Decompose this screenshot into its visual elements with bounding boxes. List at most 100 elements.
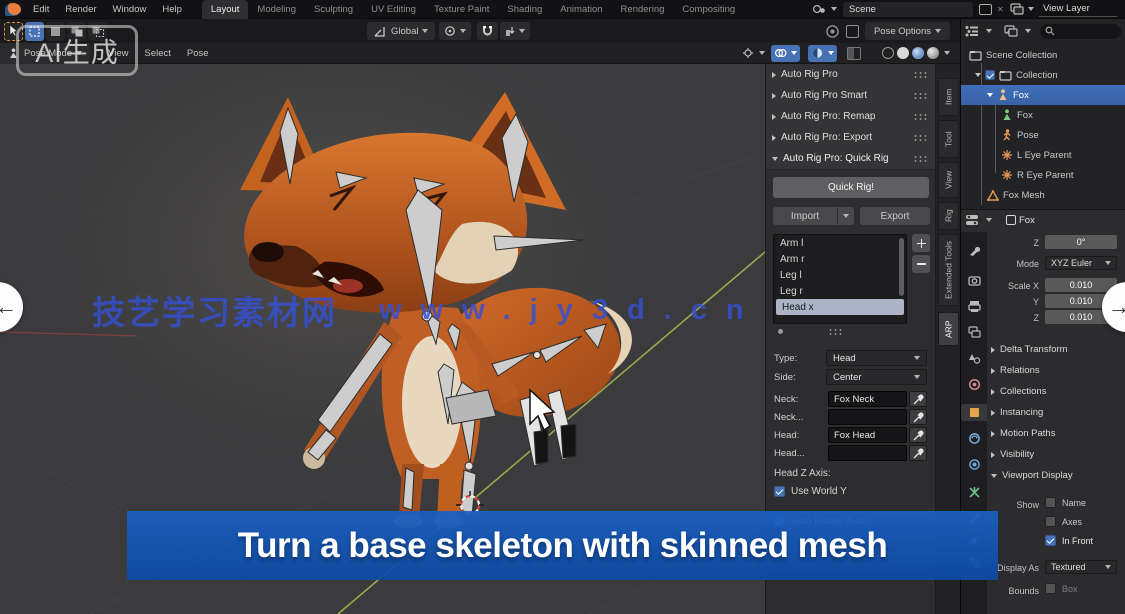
show-name-checkbox[interactable] xyxy=(1045,497,1056,508)
menu-pose[interactable]: Pose xyxy=(179,44,217,63)
panel-header-arp-smart[interactable]: Auto Rig Pro Smart xyxy=(766,85,935,107)
tab-object-icon[interactable] xyxy=(961,404,987,421)
pivot-point-dropdown[interactable] xyxy=(439,22,471,40)
outliner-row-fox-armature[interactable]: Fox xyxy=(961,85,1125,105)
outliner-row-fox-data[interactable]: Fox xyxy=(961,105,1125,125)
outliner-row-r-eye-parent[interactable]: R Eye Parent xyxy=(961,165,1125,185)
tab-armature-data-icon[interactable] xyxy=(966,484,983,501)
snap-settings-dropdown[interactable] xyxy=(500,22,530,40)
list-add-button[interactable] xyxy=(912,234,930,252)
options-box-icon[interactable] xyxy=(846,25,859,38)
scale-x-field[interactable]: 0.010 xyxy=(1045,278,1117,292)
workspace-tab-animation[interactable]: Animation xyxy=(551,0,611,19)
export-button[interactable]: Export xyxy=(860,207,930,225)
outliner-row-collection[interactable]: Collection xyxy=(961,65,1125,85)
new-scene-icon[interactable] xyxy=(979,4,992,15)
quick-rig-button[interactable]: Quick Rig! xyxy=(773,177,929,198)
pose-options-dropdown[interactable]: Pose Options xyxy=(865,22,950,40)
transform-orientation-dropdown[interactable]: Global xyxy=(367,22,435,40)
workspace-tab-shading[interactable]: Shading xyxy=(498,0,551,19)
menu-help[interactable]: Help xyxy=(154,0,190,19)
panel-grip-icon[interactable] xyxy=(913,92,929,99)
neck-eyedropper-button[interactable] xyxy=(909,391,927,407)
tab-arp[interactable]: ARP xyxy=(938,312,959,346)
chevron-down-icon[interactable] xyxy=(986,29,992,33)
collection-checkbox[interactable] xyxy=(985,70,995,80)
workspace-tab-compositing[interactable]: Compositing xyxy=(673,0,744,19)
menu-render[interactable]: Render xyxy=(57,0,104,19)
menu-edit[interactable]: Edit xyxy=(25,0,57,19)
view-layer-field[interactable]: View Layer xyxy=(1039,1,1117,17)
show-overlays-toggle[interactable] xyxy=(771,45,800,62)
tab-scene-icon[interactable] xyxy=(966,350,983,367)
neck-last-field[interactable] xyxy=(828,409,907,425)
import-dropdown-button[interactable] xyxy=(838,207,854,225)
tab-render-icon[interactable] xyxy=(966,272,983,289)
workspace-tab-sculpting[interactable]: Sculpting xyxy=(305,0,362,19)
bounds-row[interactable]: Box xyxy=(1045,583,1078,594)
import-button[interactable]: Import xyxy=(773,207,837,225)
panel-header-arp-quick-rig[interactable]: Auto Rig Pro: Quick Rig xyxy=(766,148,935,170)
in-front-checkbox[interactable] xyxy=(1045,535,1056,546)
list-item[interactable]: Leg l xyxy=(774,267,906,283)
panel-grip-icon[interactable] xyxy=(913,71,929,78)
menu-select[interactable]: Select xyxy=(136,44,178,63)
section-collections[interactable]: Collections xyxy=(991,386,1046,397)
section-visibility[interactable]: Visibility xyxy=(991,449,1034,460)
use-world-y-row[interactable]: Use World Y xyxy=(774,486,847,497)
panel-header-arp-export[interactable]: Auto Rig Pro: Export xyxy=(766,127,935,149)
tab-world-icon[interactable] xyxy=(966,376,983,393)
outliner-editor-icon[interactable] xyxy=(965,25,979,37)
workspace-tab-rendering[interactable]: Rendering xyxy=(612,0,674,19)
list-grip-icon[interactable] xyxy=(828,328,844,335)
workspace-tab-uv-editing[interactable]: UV Editing xyxy=(362,0,425,19)
collapse-arrow-icon[interactable] xyxy=(975,73,981,77)
shading-material-button[interactable] xyxy=(912,47,924,59)
rotation-mode-dropdown[interactable]: XYZ Euler xyxy=(1045,256,1117,270)
collapse-arrow-icon[interactable] xyxy=(987,93,993,97)
tab-view-layer-icon[interactable] xyxy=(966,324,983,341)
list-item-selected[interactable]: Head x xyxy=(776,299,904,315)
shading-options-dropdown[interactable] xyxy=(944,51,950,55)
chevron-down-icon[interactable] xyxy=(1025,29,1031,33)
head-field[interactable]: Fox Head xyxy=(828,427,907,443)
workspace-tab-modeling[interactable]: Modeling xyxy=(248,0,305,19)
show-gizmo-dropdown[interactable] xyxy=(741,47,765,60)
section-motion-paths[interactable]: Motion Paths xyxy=(991,428,1055,439)
panel-grip-icon[interactable] xyxy=(913,155,929,162)
show-in-front-row[interactable]: In Front xyxy=(1045,535,1093,546)
show-name-row[interactable]: Name xyxy=(1045,497,1086,508)
rotation-z-field[interactable]: 0° xyxy=(1045,235,1117,249)
workspace-tab-texture-paint[interactable]: Texture Paint xyxy=(425,0,498,19)
tab-item[interactable]: Item xyxy=(938,78,959,116)
outliner-search-input[interactable] xyxy=(1040,24,1121,39)
unlink-scene-icon[interactable]: ✕ xyxy=(997,5,1005,13)
tab-extended-tools[interactable]: Extended Tools xyxy=(938,234,959,306)
list-remove-button[interactable] xyxy=(912,255,930,273)
show-axes-row[interactable]: Axes xyxy=(1045,516,1082,527)
bounds-checkbox[interactable] xyxy=(1045,583,1056,594)
scene-selector[interactable]: Scene xyxy=(843,2,973,17)
use-world-y-checkbox[interactable] xyxy=(774,486,785,497)
show-axes-checkbox[interactable] xyxy=(1045,516,1056,527)
head-last-field[interactable] xyxy=(828,445,907,461)
side-dropdown[interactable]: Center xyxy=(826,369,927,385)
tab-tool-icon[interactable] xyxy=(966,242,983,259)
list-item[interactable]: Arm l xyxy=(774,235,906,251)
section-delta-transform[interactable]: Delta Transform xyxy=(991,344,1068,355)
proportional-edit-icon[interactable] xyxy=(825,24,840,39)
blender-icon[interactable] xyxy=(5,3,21,16)
display-as-dropdown[interactable]: Textured xyxy=(1045,560,1117,574)
panel-grip-icon[interactable] xyxy=(913,134,929,141)
shading-solid-button[interactable] xyxy=(897,47,909,59)
tab-tool[interactable]: Tool xyxy=(938,120,959,158)
tab-constraints-icon[interactable] xyxy=(966,430,983,447)
list-scrollbar[interactable] xyxy=(899,238,904,296)
section-viewport-display[interactable]: Viewport Display xyxy=(991,470,1073,481)
properties-editor-icon[interactable] xyxy=(965,214,979,226)
head-eyedropper-button[interactable] xyxy=(909,427,927,443)
outliner-row-pose[interactable]: Pose xyxy=(961,125,1125,145)
snap-toggle[interactable] xyxy=(477,22,498,40)
neck-last-eyedropper-button[interactable] xyxy=(909,409,927,425)
panel-grip-icon[interactable] xyxy=(913,113,929,120)
